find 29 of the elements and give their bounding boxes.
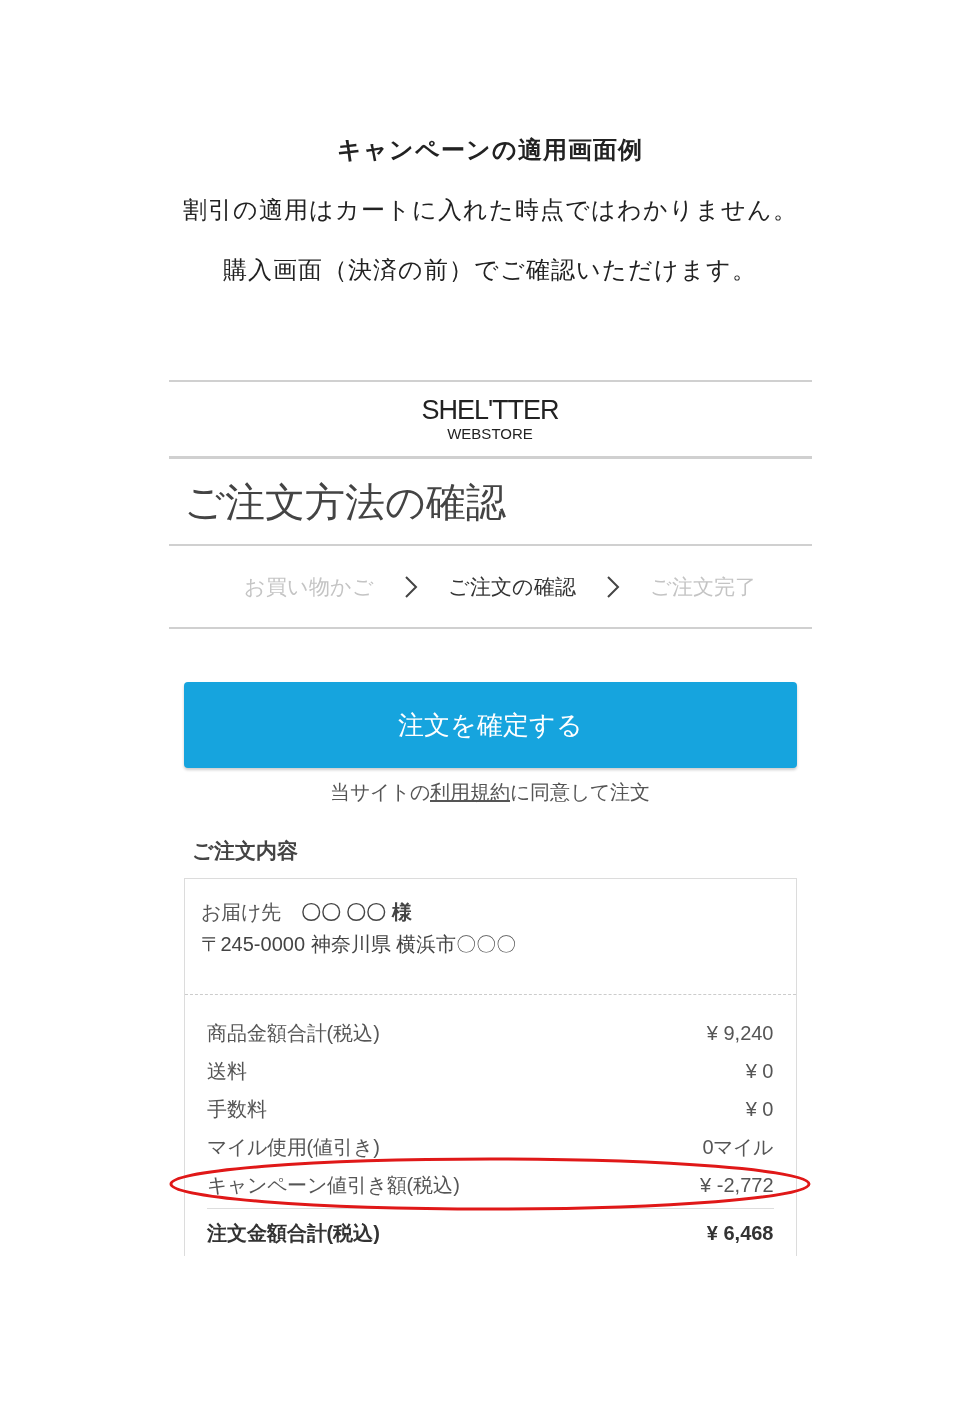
terms-text: 当サイトの利用規約に同意して注文 <box>330 780 650 805</box>
recipient-name: 〇〇 〇〇 様 <box>300 900 412 925</box>
summary-value: 0マイル <box>702 1135 774 1160</box>
summary-value: ¥ 0 <box>745 1097 774 1122</box>
summary-label: 注文金額合計(税込) <box>206 1220 380 1246</box>
delivery-label: お届け先 <box>200 900 281 925</box>
summary-label: 送料 <box>206 1059 247 1084</box>
intro-text: 購入画面（決済の前）でご確認いただけます。 <box>223 255 757 285</box>
summary-label: キャンペーン値引き額(税込) <box>206 1173 460 1198</box>
section-title: ご注文内容 <box>191 838 299 864</box>
summary-value: ¥ 9,240 <box>706 1021 774 1046</box>
chevron-right-icon <box>404 574 418 599</box>
summary-value: ¥ -2,772 <box>700 1173 774 1198</box>
progress-step: ご注文の確認 <box>448 570 576 603</box>
terms-link[interactable]: 利用規約 <box>430 781 510 803</box>
chevron-right-icon <box>606 574 620 599</box>
progress-step: ご注文完了 <box>650 570 756 603</box>
summary-value: ¥ 6,468 <box>706 1220 774 1246</box>
page-title: キャンペーンの適用画面例 <box>337 135 643 165</box>
summary-label: 商品金額合計(税込) <box>206 1021 380 1046</box>
summary-label: マイル使用(値引き) <box>206 1135 380 1160</box>
progress-step: お買い物かご <box>244 570 374 603</box>
logo-subtitle: WEBSTORE <box>447 425 533 443</box>
logo-text[interactable]: SHEL'TTER <box>421 395 559 425</box>
summary-label: 手数料 <box>206 1097 267 1122</box>
intro-text: 割引の適用はカートに入れた時点ではわかりません。 <box>182 195 798 225</box>
delivery-address: 〒245-0000 神奈川県 横浜市〇〇〇 <box>200 932 518 957</box>
summary-value: ¥ 0 <box>745 1059 774 1084</box>
page-heading: ご注文方法の確認 <box>183 478 506 526</box>
